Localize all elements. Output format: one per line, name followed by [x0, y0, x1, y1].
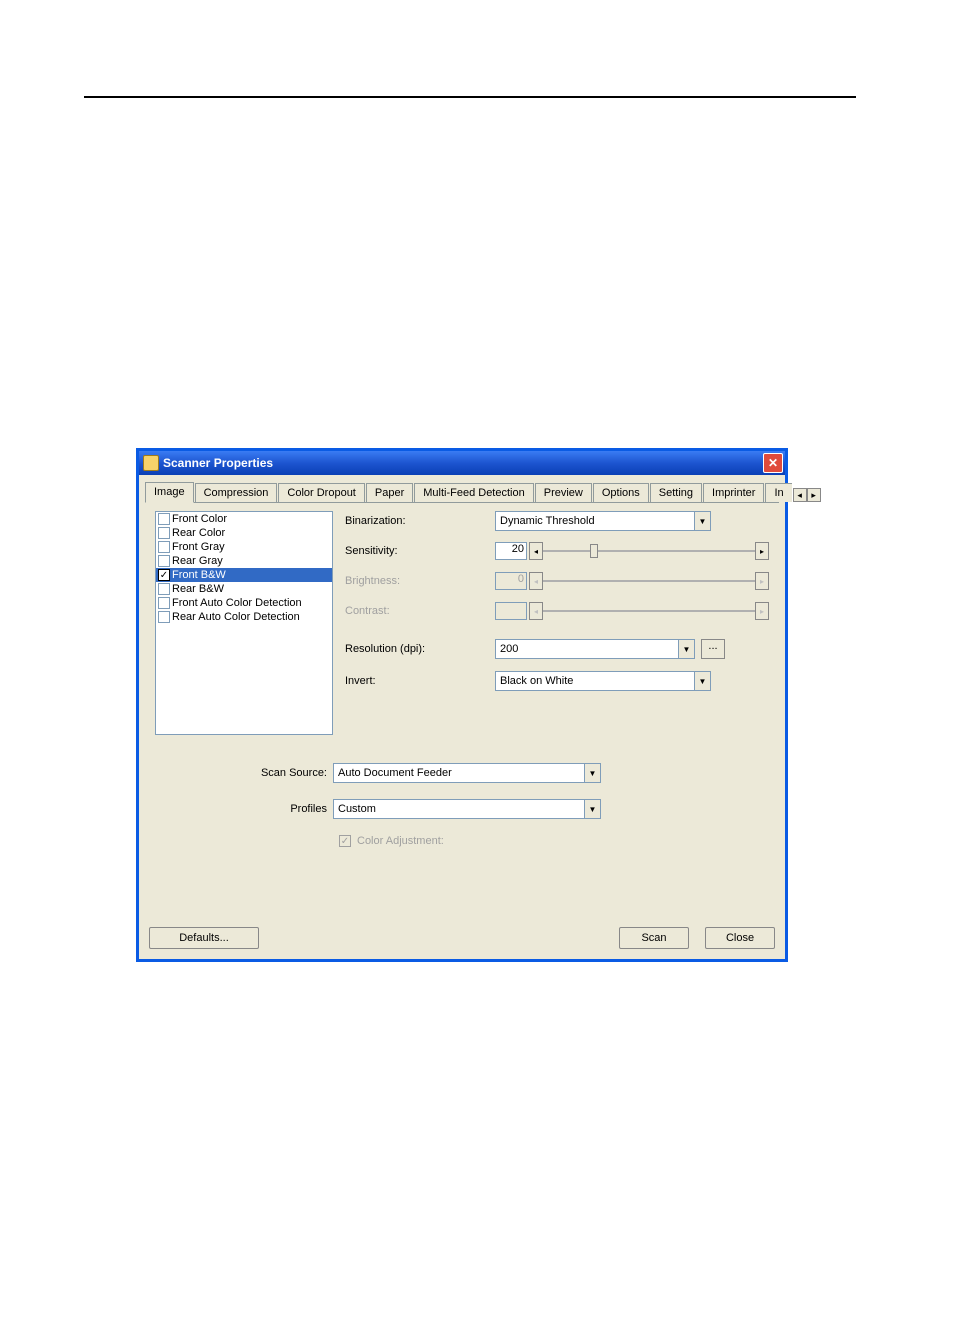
contrast-label: Contrast:	[345, 605, 495, 617]
tab-preview[interactable]: Preview	[535, 483, 592, 502]
settings-panel: Binarization: Dynamic Threshold ▼ Sensit…	[333, 511, 769, 735]
list-item-label: Rear B&W	[172, 583, 224, 595]
brightness-slider	[543, 572, 755, 590]
list-item-label: Rear Auto Color Detection	[172, 611, 300, 623]
list-item: Rear Color	[156, 526, 332, 540]
color-adjustment-label: Color Adjustment:	[357, 835, 444, 847]
checkbox[interactable]	[158, 583, 170, 595]
binarization-select[interactable]: Dynamic Threshold ▼	[495, 511, 711, 531]
slider-right-icon: ▸	[755, 572, 769, 590]
tab-scroll: ◂ ▸	[793, 488, 821, 502]
list-item-label: Rear Gray	[172, 555, 223, 567]
profiles-label: Profiles	[155, 803, 333, 815]
tab-compression[interactable]: Compression	[195, 483, 278, 502]
sensitivity-label: Sensitivity:	[345, 545, 495, 557]
list-item-label: Rear Color	[172, 527, 225, 539]
window-title: Scanner Properties	[163, 456, 763, 470]
color-adjustment-checkbox: ✓	[339, 835, 351, 847]
slider-left-icon: ◂	[529, 572, 543, 590]
list-item-label: Front Gray	[172, 541, 225, 553]
list-item: ✓Front B&W	[156, 568, 332, 582]
resolution-label: Resolution (dpi):	[345, 643, 495, 655]
binarization-value: Dynamic Threshold	[500, 515, 595, 527]
list-item: Rear B&W	[156, 582, 332, 596]
list-item: Front Color	[156, 512, 332, 526]
contrast-value	[495, 602, 527, 620]
tab-scroll-left-icon[interactable]: ◂	[793, 488, 807, 502]
slider-right-icon: ▸	[755, 602, 769, 620]
checkbox[interactable]: ✓	[158, 569, 170, 581]
tab-multi-feed-detection[interactable]: Multi-Feed Detection	[414, 483, 534, 502]
tab-color-dropout[interactable]: Color Dropout	[278, 483, 364, 502]
tab-setting[interactable]: Setting	[650, 483, 702, 502]
chevron-down-icon: ▼	[694, 512, 710, 530]
chevron-down-icon: ▼	[584, 800, 600, 818]
scan-source-select[interactable]: Auto Document Feeder ▼	[333, 763, 601, 783]
sensitivity-value[interactable]: 20	[495, 542, 527, 560]
profiles-value: Custom	[338, 803, 376, 815]
close-icon[interactable]: ✕	[763, 453, 783, 473]
tab-scroll-right-icon[interactable]: ▸	[807, 488, 821, 502]
checkbox[interactable]	[158, 555, 170, 567]
scanner-properties-dialog: Scanner Properties ✕ Image Compression C…	[136, 448, 788, 962]
titlebar: Scanner Properties ✕	[139, 451, 785, 475]
lower-panel: Scan Source: Auto Document Feeder ▼ Prof…	[155, 763, 769, 847]
binarization-label: Binarization:	[345, 515, 495, 527]
brightness-value: 0	[495, 572, 527, 590]
checkbox[interactable]	[158, 513, 170, 525]
sensitivity-slider[interactable]	[543, 542, 755, 560]
scan-button[interactable]: Scan	[619, 927, 689, 949]
slider-left-icon: ◂	[529, 602, 543, 620]
invert-label: Invert:	[345, 675, 495, 687]
dialog-footer: Defaults... Scan Close	[139, 927, 785, 959]
tab-image[interactable]: Image	[145, 482, 194, 503]
resolution-select[interactable]: 200 ▼	[495, 639, 695, 659]
defaults-button[interactable]: Defaults...	[149, 927, 259, 949]
chevron-down-icon: ▼	[584, 764, 600, 782]
tabs: Image Compression Color Dropout Paper Mu…	[145, 481, 779, 503]
close-button[interactable]: Close	[705, 927, 775, 949]
list-item-label: Front B&W	[172, 569, 226, 581]
resolution-value: 200	[500, 643, 518, 655]
invert-value: Black on White	[500, 675, 573, 687]
list-item: Front Auto Color Detection	[156, 596, 332, 610]
brightness-label: Brightness:	[345, 575, 495, 587]
contrast-slider	[543, 602, 755, 620]
scan-source-value: Auto Document Feeder	[338, 767, 452, 779]
slider-left-icon[interactable]: ◂	[529, 542, 543, 560]
list-item: Front Gray	[156, 540, 332, 554]
image-selection-list[interactable]: Front Color Rear Color Front Gray Rear G…	[155, 511, 333, 735]
tab-content: Front Color Rear Color Front Gray Rear G…	[145, 503, 779, 921]
checkbox[interactable]	[158, 597, 170, 609]
invert-select[interactable]: Black on White ▼	[495, 671, 711, 691]
color-adjustment-checkbox-row: ✓ Color Adjustment:	[339, 835, 769, 847]
list-item: Rear Gray	[156, 554, 332, 568]
tab-paper[interactable]: Paper	[366, 483, 413, 502]
list-item: Rear Auto Color Detection	[156, 610, 332, 624]
chevron-down-icon: ▼	[694, 672, 710, 690]
app-icon	[143, 455, 159, 471]
chevron-down-icon: ▼	[678, 640, 694, 658]
checkbox[interactable]	[158, 541, 170, 553]
tab-overflow[interactable]: In	[765, 483, 791, 502]
checkbox[interactable]	[158, 527, 170, 539]
list-item-label: Front Color	[172, 513, 227, 525]
checkbox[interactable]	[158, 611, 170, 623]
list-item-label: Front Auto Color Detection	[172, 597, 302, 609]
resolution-more-button[interactable]: ...	[701, 639, 725, 659]
profiles-select[interactable]: Custom ▼	[333, 799, 601, 819]
page-rule	[84, 96, 856, 98]
tab-options[interactable]: Options	[593, 483, 649, 502]
scan-source-label: Scan Source:	[155, 767, 333, 779]
tab-imprinter[interactable]: Imprinter	[703, 483, 764, 502]
slider-right-icon[interactable]: ▸	[755, 542, 769, 560]
